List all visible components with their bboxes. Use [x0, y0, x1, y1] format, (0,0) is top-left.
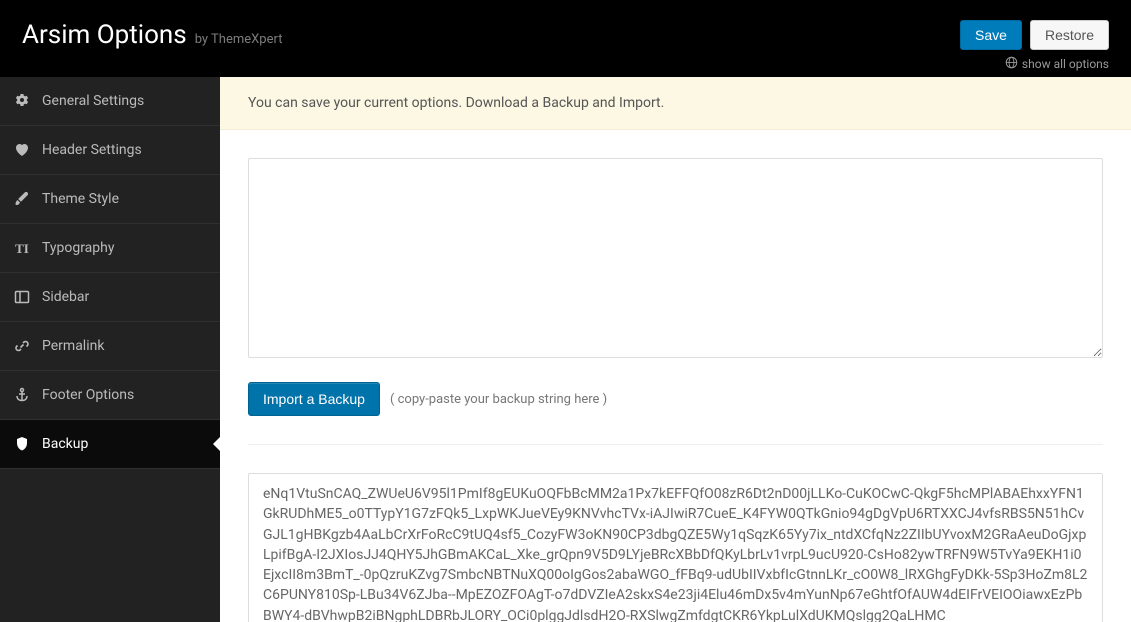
show-all-options-label: show all options — [1022, 57, 1109, 71]
sidebar-item-general-settings[interactable]: General Settings — [0, 77, 220, 126]
sidebar-item-header-settings[interactable]: Header Settings — [0, 126, 220, 175]
main-content: You can save your current options. Downl… — [220, 77, 1131, 622]
sidebar-item-label: Backup — [42, 436, 88, 452]
sidebar-item-label: General Settings — [42, 93, 144, 109]
page-subtitle: by ThemeXpert — [195, 32, 283, 47]
gears-icon — [14, 93, 30, 109]
backup-string-textarea[interactable] — [248, 473, 1103, 622]
anchor-icon — [14, 387, 30, 403]
import-hint: ( copy-paste your backup string here ) — [390, 392, 607, 407]
sidebar-item-label: Header Settings — [42, 142, 142, 158]
restore-button[interactable]: Restore — [1030, 20, 1109, 50]
section-divider — [248, 444, 1103, 445]
import-backup-button[interactable]: Import a Backup — [248, 382, 380, 416]
shield-icon — [14, 436, 30, 452]
brush-icon — [14, 191, 30, 207]
globe-icon — [1005, 56, 1018, 72]
sidebar: General Settings Header Settings Theme S… — [0, 77, 220, 622]
info-banner: You can save your current options. Downl… — [220, 77, 1131, 130]
save-button[interactable]: Save — [960, 20, 1022, 50]
import-textarea[interactable] — [248, 158, 1103, 358]
sidebar-item-label: Typography — [42, 240, 114, 256]
sidebar-item-label: Footer Options — [42, 387, 134, 403]
page-title: Arsim Options — [22, 20, 187, 50]
typography-icon: TI — [14, 240, 30, 256]
sidebar-item-footer-options[interactable]: Footer Options — [0, 371, 220, 420]
heart-icon — [14, 142, 30, 158]
sidebar-item-sidebar[interactable]: Sidebar — [0, 273, 220, 322]
sidebar-item-typography[interactable]: TI Typography — [0, 224, 220, 273]
sidebar-item-label: Sidebar — [42, 289, 89, 305]
layout-icon — [14, 289, 30, 305]
sidebar-item-permalink[interactable]: Permalink — [0, 322, 220, 371]
show-all-options-link[interactable]: show all options — [1005, 56, 1109, 72]
sidebar-item-backup[interactable]: Backup — [0, 420, 220, 469]
header: Arsim Options by ThemeXpert Save Restore… — [0, 0, 1131, 77]
sidebar-item-theme-style[interactable]: Theme Style — [0, 175, 220, 224]
sidebar-item-label: Permalink — [42, 338, 104, 354]
link-icon — [14, 338, 30, 354]
sidebar-item-label: Theme Style — [42, 191, 119, 207]
